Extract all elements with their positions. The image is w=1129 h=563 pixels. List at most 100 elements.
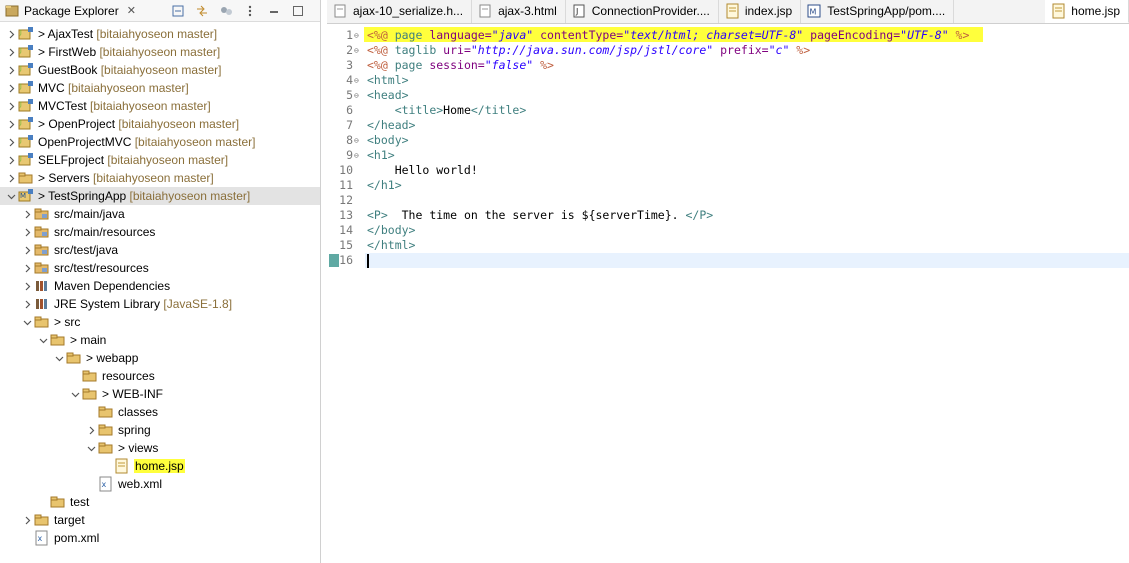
link-with-editor-icon[interactable] [194,3,210,19]
fold-toggle-icon[interactable]: ⊖ [354,133,362,148]
maximize-icon[interactable] [290,3,306,19]
code-token: "text/html; charset=UTF-8" [623,28,804,42]
tree-item[interactable]: x web.xml [0,475,320,493]
fold-toggle-icon[interactable]: ⊖ [354,88,362,103]
chevron-right-icon[interactable] [22,259,32,277]
tree-item[interactable]: resources [0,367,320,385]
tree-item[interactable]: M > TestSpringApp [bitaiahyoseon master] [0,187,320,205]
chevron-right-icon[interactable] [86,421,96,439]
tree-item[interactable]: classes [0,403,320,421]
tree-item[interactable]: J GuestBook [bitaiahyoseon master] [0,61,320,79]
tree-item-name: src/main/java [54,207,125,221]
chevron-down-icon[interactable] [70,385,80,403]
chevron-down-icon[interactable] [6,187,16,205]
tree-item[interactable]: > WEB-INF [0,385,320,403]
chevron-down-icon[interactable] [22,313,32,331]
tree-item-label: > AjaxTest [bitaiahyoseon master] [38,27,217,41]
svg-text:J: J [19,83,22,90]
folder-icon [98,440,114,456]
tree-item-name: > FirstWeb [38,45,97,59]
chevron-right-icon[interactable] [6,169,16,187]
chevron-right-icon[interactable] [6,79,16,97]
chevron-right-icon[interactable] [6,43,16,61]
tree-item-name: src/test/java [54,243,119,257]
code-text: <head> [367,88,409,103]
editor-tab[interactable]: M TestSpringApp/pom.... [801,0,955,23]
tree-item[interactable]: test [0,493,320,511]
chevron-right-icon[interactable] [6,61,16,79]
view-menu-icon[interactable] [242,3,258,19]
chevron-right-icon[interactable] [22,241,32,259]
fold-toggle-icon[interactable]: ⊖ [354,73,362,88]
code-line: 10 Hello world! [327,163,1129,178]
chevron-right-icon[interactable] [22,205,32,223]
tree-item-label: home.jsp [134,459,185,473]
tree-item[interactable]: target [0,511,320,529]
tree-item[interactable]: JRE System Library [JavaSE-1.8] [0,295,320,313]
tree-item[interactable]: > src [0,313,320,331]
tree-item-name: MVC [38,81,65,95]
tree-item[interactable]: J MVC [bitaiahyoseon master] [0,79,320,97]
chevron-right-icon[interactable] [6,97,16,115]
chevron-right-icon[interactable] [22,511,32,529]
tree-item[interactable]: > Servers [bitaiahyoseon master] [0,169,320,187]
tree-item[interactable]: src/main/java [0,205,320,223]
chevron-right-icon[interactable] [22,223,32,241]
tree-item[interactable]: x pom.xml [0,529,320,547]
folder-icon [50,494,66,510]
chevron-right-icon[interactable] [22,277,32,295]
tree-item[interactable]: J MVCTest [bitaiahyoseon master] [0,97,320,115]
close-view-icon[interactable]: ✕ [127,4,136,17]
editor-tab[interactable]: J ConnectionProvider.... [566,0,719,23]
tree-item-branch: [bitaiahyoseon master] [93,27,218,41]
collapse-all-icon[interactable] [170,3,186,19]
tree-item-label: GuestBook [bitaiahyoseon master] [38,63,221,77]
tree-item-branch: [bitaiahyoseon master] [131,135,256,149]
tree-item[interactable]: J OpenProjectMVC [bitaiahyoseon master] [0,133,320,151]
folder-icon [50,332,66,348]
tree-item[interactable]: Maven Dependencies [0,277,320,295]
fold-toggle-icon[interactable]: ⊖ [354,148,362,163]
chevron-right-icon[interactable] [6,115,16,133]
tree-item[interactable]: src/test/resources [0,259,320,277]
tree-item[interactable]: > main [0,331,320,349]
line-number: 6 [346,103,353,117]
editor-tab[interactable]: ajax-10_serialize.h... [327,0,473,23]
tree-item-label: src/main/resources [54,225,155,239]
tree-item[interactable]: J > FirstWeb [bitaiahyoseon master] [0,43,320,61]
chevron-down-icon[interactable] [86,439,96,457]
chevron-right-icon[interactable] [6,133,16,151]
code-text: <P> The time on the server is ${serverTi… [367,208,713,223]
line-number: 16 [339,253,353,267]
project-icon: J [18,116,34,132]
tree-item[interactable]: J > AjaxTest [bitaiahyoseon master] [0,25,320,43]
chevron-right-icon[interactable] [6,25,16,43]
fold-toggle-icon[interactable]: ⊖ [354,28,362,43]
tree-item-branch: [bitaiahyoseon master] [97,63,222,77]
code-text: </body> [367,223,415,238]
chevron-down-icon[interactable] [38,331,48,349]
tree-item[interactable]: src/main/resources [0,223,320,241]
code-token: uri= [443,43,471,57]
editor-text-area[interactable]: 1 ⊖ <%@ page language="java" contentType="… [327,25,1129,563]
svg-text:M: M [810,8,817,17]
chevron-right-icon[interactable] [6,151,16,169]
code-token: %> [533,58,554,72]
svg-text:J: J [575,7,578,16]
chevron-right-icon[interactable] [22,295,32,313]
tree-item[interactable]: spring [0,421,320,439]
tree-item[interactable]: > views [0,439,320,457]
editor-tab[interactable]: home.jsp [1045,0,1129,23]
fold-toggle-icon[interactable]: ⊖ [354,43,362,58]
tree-item[interactable]: src/test/java [0,241,320,259]
chevron-down-icon[interactable] [54,349,64,367]
code-token: </html> [367,238,416,252]
editor-tab[interactable]: index.jsp [719,0,802,23]
tree-item[interactable]: J > OpenProject [bitaiahyoseon master] [0,115,320,133]
filter-icon[interactable] [218,3,234,19]
tree-item[interactable]: home.jsp [0,457,320,475]
editor-tab[interactable]: ajax-3.html [472,0,566,23]
tree-item[interactable]: > webapp [0,349,320,367]
minimize-icon[interactable] [266,3,282,19]
tree-item[interactable]: J SELFproject [bitaiahyoseon master] [0,151,320,169]
